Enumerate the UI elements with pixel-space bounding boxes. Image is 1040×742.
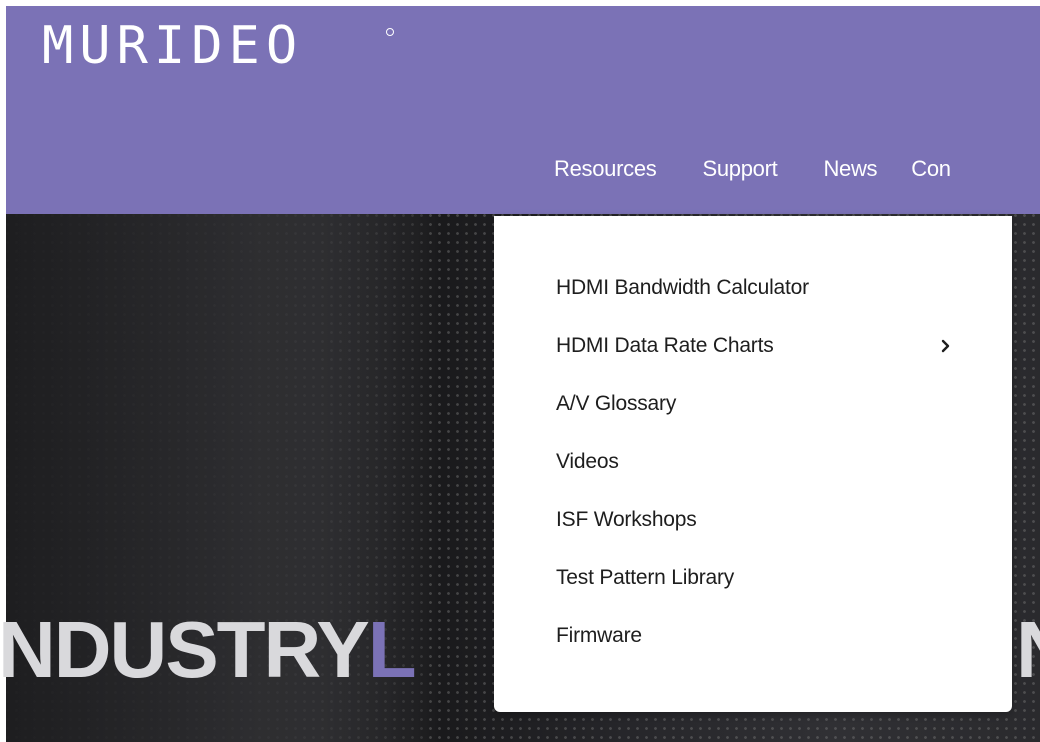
nav-item-news[interactable]: News bbox=[823, 156, 877, 182]
menu-item-isf-workshops[interactable]: ISF Workshops bbox=[556, 508, 956, 566]
resources-menu: HDMI Bandwidth Calculator HDMI Data Rate… bbox=[556, 276, 956, 682]
menu-item-label: Firmware bbox=[556, 624, 642, 647]
site-header: MURIDEO Resources Support News Con bbox=[6, 6, 1040, 214]
hero-headline-text: NDUSTRY bbox=[0, 605, 370, 694]
resources-dropdown: HDMI Bandwidth Calculator HDMI Data Rate… bbox=[494, 216, 1012, 712]
nav-item-resources[interactable]: Resources bbox=[554, 156, 657, 182]
menu-item-label: Videos bbox=[556, 450, 619, 473]
menu-item-label: Test Pattern Library bbox=[556, 566, 735, 589]
menu-item-hdmi-data-rate-charts[interactable]: HDMI Data Rate Charts bbox=[556, 334, 956, 392]
menu-item-videos[interactable]: Videos bbox=[556, 450, 956, 508]
chevron-right-icon bbox=[941, 339, 950, 353]
main-nav: Resources Support News Con bbox=[554, 156, 997, 182]
menu-item-av-glossary[interactable]: A/V Glossary bbox=[556, 392, 956, 450]
registered-mark-icon bbox=[386, 28, 394, 36]
hero-headline-accent: L bbox=[367, 605, 417, 694]
menu-item-hdmi-bandwidth-calculator[interactable]: HDMI Bandwidth Calculator bbox=[556, 276, 956, 334]
menu-item-test-pattern-library[interactable]: Test Pattern Library bbox=[556, 566, 956, 624]
menu-item-label: ISF Workshops bbox=[556, 508, 697, 531]
nav-item-support[interactable]: Support bbox=[702, 156, 777, 182]
menu-item-label: HDMI Bandwidth Calculator bbox=[556, 276, 809, 299]
menu-item-label: HDMI Data Rate Charts bbox=[556, 334, 774, 357]
menu-item-firmware[interactable]: Firmware bbox=[556, 624, 956, 682]
logo[interactable]: MURIDEO bbox=[42, 20, 303, 72]
page: MURIDEO Resources Support News Con NDUST… bbox=[0, 0, 1040, 742]
hero-headline-right: N bbox=[1016, 610, 1040, 690]
menu-item-label: A/V Glossary bbox=[556, 392, 677, 415]
hero-headline: NDUSTRYL bbox=[0, 610, 417, 690]
nav-item-contact[interactable]: Con bbox=[911, 156, 951, 182]
